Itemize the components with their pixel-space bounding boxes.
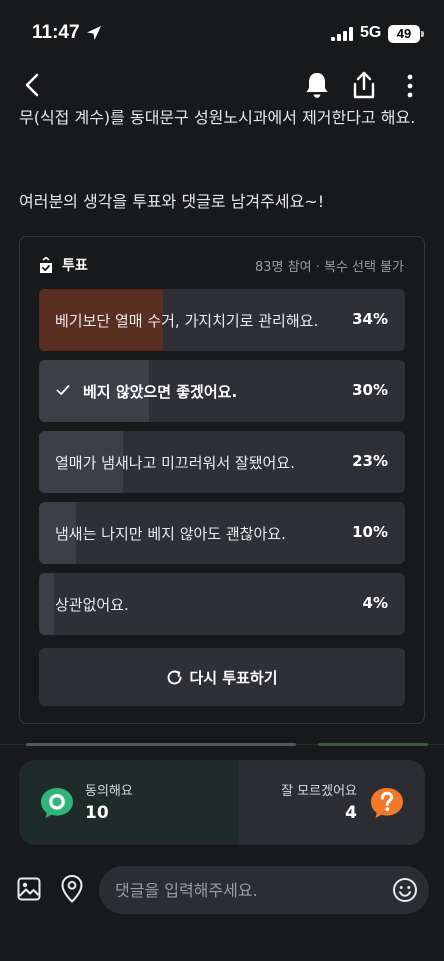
- poll-option-bar: [39, 573, 54, 635]
- unsure-count: 4: [345, 803, 357, 823]
- more-icon[interactable]: [402, 73, 418, 99]
- emoji-icon[interactable]: [392, 877, 418, 903]
- check-icon: [56, 385, 70, 395]
- poll-option-label: 베기보단 열매 수거, 가지치기로 관리해요.: [55, 312, 319, 330]
- comment-input[interactable]: [99, 866, 429, 914]
- poll-option-selected[interactable]: 베지 않았으면 좋겠어요. 30%: [39, 360, 405, 422]
- poll-option-label: 냄새는 나지만 베지 않아도 괜찮아요.: [55, 525, 286, 543]
- agree-label: 동의해요: [85, 784, 133, 799]
- poll-option[interactable]: 상관없어요. 4%: [39, 573, 405, 635]
- reaction-card: 동의해요 10 잘 모르겠어요 4: [19, 760, 425, 845]
- poll-option[interactable]: 냄새는 나지만 베지 않아도 괜찮아요. 10%: [39, 502, 405, 564]
- poll-option-percent: 30%: [352, 381, 388, 399]
- poll-option-percent: 4%: [362, 594, 388, 612]
- poll-option-percent: 23%: [352, 452, 388, 470]
- agree-reaction-button[interactable]: 동의해요 10: [19, 760, 239, 845]
- image-icon[interactable]: [16, 876, 42, 902]
- unsure-reaction-button[interactable]: 잘 모르겠어요 4: [240, 760, 425, 845]
- poll-option-percent: 34%: [352, 310, 388, 328]
- vote-box-icon: [40, 257, 52, 273]
- poll-option-percent: 10%: [352, 523, 388, 541]
- unsure-label: 잘 모르겠어요: [281, 784, 357, 799]
- location-pin-icon[interactable]: [59, 874, 85, 904]
- revote-button-content: 다시 투표하기: [39, 667, 405, 688]
- revote-label: 다시 투표하기: [189, 669, 278, 687]
- battery-indicator: 49: [388, 25, 420, 43]
- network-label: 5G: [360, 24, 382, 41]
- revote-button[interactable]: 다시 투표하기: [39, 648, 405, 706]
- poll-option[interactable]: 열매가 냄새나고 미끄러워서 잘됐어요. 23%: [39, 431, 405, 493]
- status-time: 11:47: [32, 22, 80, 43]
- share-icon[interactable]: [350, 70, 378, 100]
- location-arrow-icon: [87, 26, 101, 40]
- poll-header: 투표 83명 참여 · 복수 선택 불가: [38, 255, 406, 275]
- bell-icon[interactable]: [304, 71, 330, 99]
- agree-count: 10: [85, 803, 109, 823]
- battery-tip: [421, 31, 424, 37]
- refresh-icon: [168, 670, 182, 685]
- post-paragraph-question: 여러분의 생각을 투표와 댓글로 남겨주세요~!: [19, 192, 325, 211]
- signal-icon: [331, 27, 353, 41]
- content-peek: [318, 743, 428, 746]
- content-peek: [26, 743, 296, 746]
- status-bar: 11:47 5G 49: [0, 0, 444, 62]
- poll-option-label: 베지 않았으면 좋겠어요.: [83, 383, 238, 401]
- poll-title: 투표: [62, 258, 88, 274]
- back-icon[interactable]: [20, 72, 46, 98]
- comment-bar: [0, 862, 444, 922]
- top-nav: [0, 62, 444, 110]
- poll-option-label: 열매가 냄새나고 미끄러워서 잘됐어요.: [55, 454, 295, 472]
- poll-option[interactable]: 베기보단 열매 수거, 가지치기로 관리해요. 34%: [39, 289, 405, 351]
- poll-option-label: 상관없어요.: [55, 596, 129, 614]
- agree-bubble-icon: [41, 788, 73, 818]
- question-bubble-icon: [371, 788, 403, 818]
- poll-card: 투표 83명 참여 · 복수 선택 불가 베기보단 열매 수거, 가지치기로 관…: [19, 236, 425, 724]
- poll-participation: 83명 참여 · 복수 선택 불가: [255, 260, 404, 275]
